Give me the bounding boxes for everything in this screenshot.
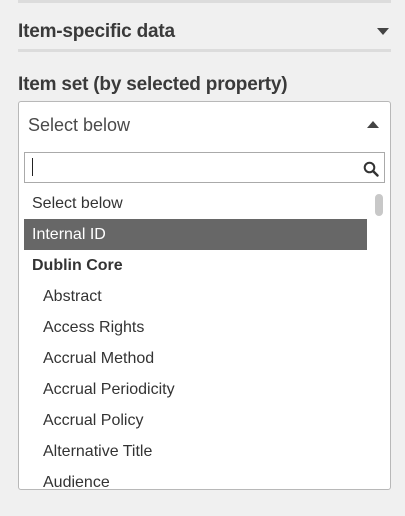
select-search-input[interactable]: [25, 153, 355, 182]
select-current-value: Select below: [28, 115, 131, 135]
option-group-label: Dublin Core: [32, 257, 123, 274]
divider: [18, 0, 391, 3]
option-item[interactable]: Access Rights: [24, 312, 367, 343]
option-item[interactable]: Alternative Title: [24, 436, 367, 467]
item-set-field-label: Item set (by selected property): [18, 74, 288, 95]
magnifier-icon: [363, 161, 379, 177]
option-item[interactable]: Internal ID: [24, 219, 367, 250]
caret-down-icon[interactable]: [377, 28, 389, 35]
scrollbar[interactable]: [373, 188, 385, 489]
item-set-select[interactable]: Select below Select below Internal ID Dubl…: [18, 101, 391, 490]
scrollbar-thumb[interactable]: [375, 194, 383, 216]
option-item[interactable]: Accrual Periodicity: [24, 374, 367, 405]
select-toggle[interactable]: Select below: [19, 102, 390, 147]
option-item[interactable]: Select below: [24, 188, 367, 219]
section-title: Item-specific data: [18, 21, 175, 42]
select-search-box[interactable]: [24, 152, 385, 183]
text-cursor: [32, 158, 33, 176]
section-header[interactable]: Item-specific data: [18, 14, 391, 52]
caret-up-icon: [367, 121, 379, 128]
sidebar-panel: Item-specific data Item set (by selected…: [0, 0, 405, 516]
option-item[interactable]: Accrual Policy: [24, 405, 367, 436]
option-list[interactable]: Select below Internal ID Dublin Core Abstra…: [24, 188, 367, 489]
option-item[interactable]: Accrual Method: [24, 343, 367, 374]
option-item[interactable]: Audience: [24, 467, 367, 489]
option-item[interactable]: Abstract: [24, 281, 367, 312]
